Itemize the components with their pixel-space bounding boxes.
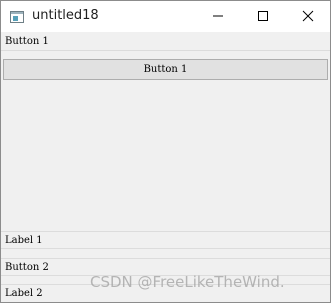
button-1[interactable]: Button 1: [3, 59, 328, 80]
app-window: untitled18 Button 1 Button 1 Label 1 But…: [0, 0, 331, 303]
minimize-button[interactable]: [195, 1, 240, 32]
toolbar-button-1[interactable]: Button 1: [1, 33, 330, 51]
client-area: Button 1 Button 1 Label 1 Button 2 Label…: [1, 32, 330, 302]
button-1-label: Button 1: [143, 64, 188, 75]
maximize-button[interactable]: [240, 1, 285, 32]
window-title: untitled18: [32, 8, 99, 23]
minimize-icon: [212, 7, 224, 26]
label-1: Label 1: [1, 231, 330, 249]
close-button[interactable]: [285, 1, 330, 32]
watermark-text: CSDN @FreeLikeTheWind.: [90, 273, 285, 291]
maximize-icon: [257, 7, 269, 26]
qt-window-icon: [9, 9, 25, 25]
title-bar[interactable]: untitled18: [1, 1, 330, 32]
close-icon: [302, 7, 314, 26]
